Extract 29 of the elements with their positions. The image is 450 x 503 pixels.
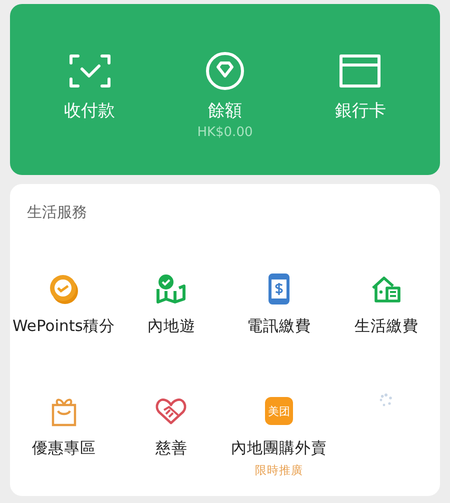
service-item[interactable]: 優惠專區 — [10, 393, 118, 503]
phone-dollar-icon — [268, 273, 290, 305]
action-label: 餘額 — [208, 100, 242, 122]
spinner-icon — [379, 393, 394, 407]
service-label: 內地遊 — [147, 316, 196, 336]
service-label: 電訊繳費 — [246, 316, 311, 336]
map-check-icon — [155, 273, 188, 305]
promo-label: 限時推廣 — [254, 463, 303, 477]
scan-icon — [68, 54, 111, 88]
action-label: 收付款 — [64, 100, 116, 122]
service-label: 優惠專區 — [32, 438, 96, 458]
action-label: 銀行卡 — [334, 100, 386, 122]
heart-hands-icon — [155, 397, 188, 425]
coin-icon — [48, 273, 80, 305]
card-icon — [339, 54, 382, 88]
service-item[interactable]: 生活繳費 — [332, 271, 440, 393]
balance-amount: HK$0.00 — [197, 125, 253, 141]
service-item[interactable]: 電訊繳費 — [225, 271, 332, 393]
service-label: WePoints積分 — [12, 316, 115, 336]
app-logo: 美团 — [264, 397, 293, 425]
section-title: 生活服務 — [27, 202, 88, 222]
service-item[interactable]: WePoints積分 — [10, 271, 118, 393]
service-label: 慈善 — [155, 438, 188, 458]
service-label: 生活繳費 — [354, 316, 418, 336]
service-item[interactable]: 美团 內地團購外賣 限時推廣 — [225, 393, 332, 503]
service-item[interactable]: 慈善 — [118, 393, 225, 503]
service-label: 內地團購外賣 — [230, 438, 327, 458]
service-item[interactable]: 內地遊 — [118, 271, 225, 393]
house-icon — [371, 275, 402, 303]
